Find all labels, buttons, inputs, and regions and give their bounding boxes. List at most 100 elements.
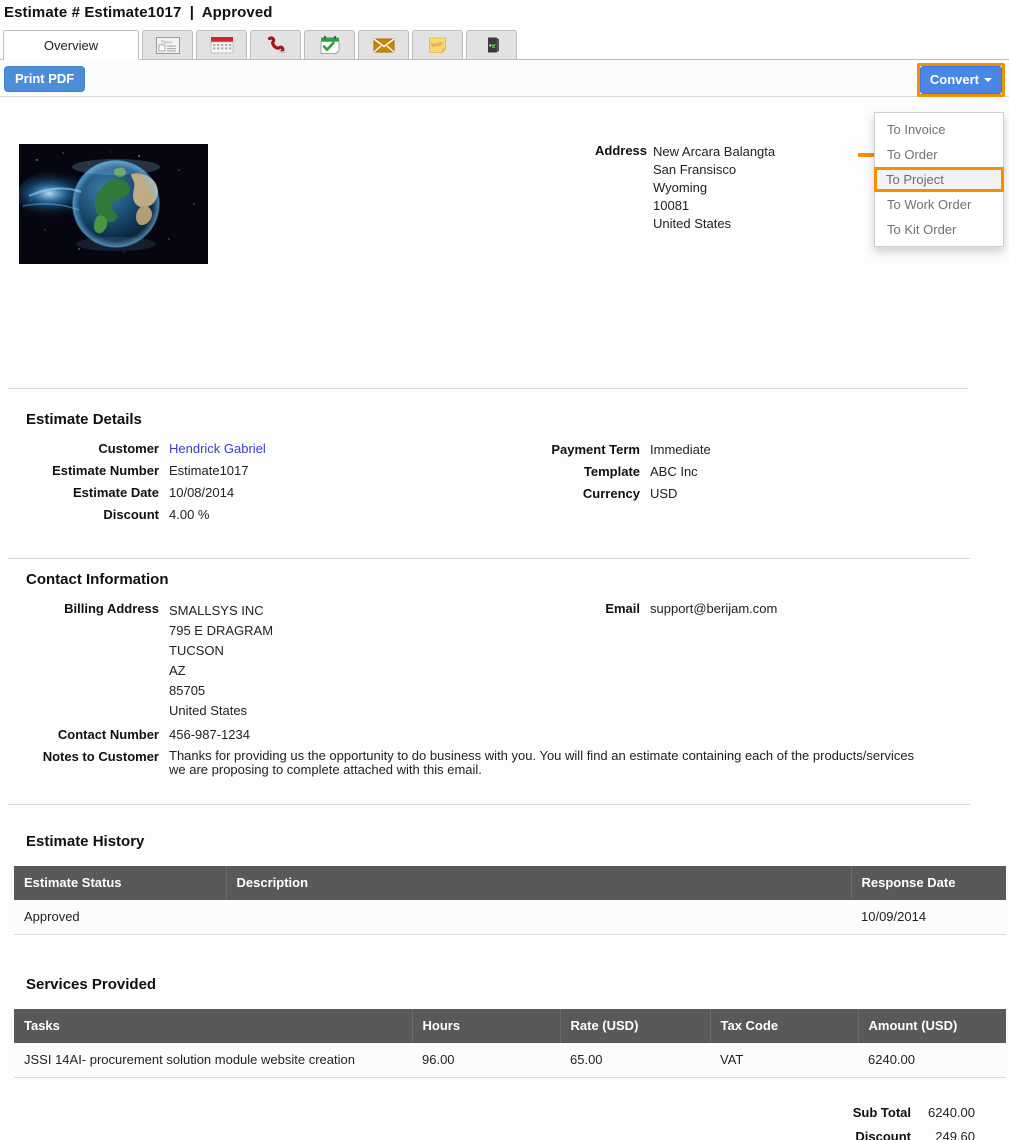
estimate-history-table: Estimate Status Description Response Dat… bbox=[14, 866, 1006, 935]
services-provided-heading: Services Provided bbox=[26, 976, 156, 993]
tab-calls[interactable] bbox=[250, 30, 301, 59]
task-checkmark-icon bbox=[317, 35, 343, 55]
address-line: San Fransisco bbox=[653, 161, 775, 179]
contact-information-right: Email support@berijam.com bbox=[500, 601, 900, 623]
table-header-row: Tasks Hours Rate (USD) Tax Code Amount (… bbox=[14, 1009, 1006, 1043]
estimate-date-label: Estimate Date bbox=[26, 485, 169, 501]
cell-task: JSSI 14AI- procurement solution module w… bbox=[14, 1043, 412, 1078]
address-line: 10081 bbox=[653, 197, 775, 215]
tab-calendar[interactable] bbox=[196, 30, 247, 59]
section-divider bbox=[8, 804, 970, 805]
tab-notes[interactable]: Note bbox=[412, 30, 463, 59]
menu-item-to-order[interactable]: To Order bbox=[875, 142, 1003, 167]
estimate-history-heading: Estimate History bbox=[26, 833, 144, 850]
menu-item-to-work-order[interactable]: To Work Order bbox=[875, 192, 1003, 217]
col-estimate-status: Estimate Status bbox=[14, 866, 226, 900]
estimate-details-heading: Estimate Details bbox=[26, 411, 142, 428]
col-tax-code: Tax Code bbox=[710, 1009, 858, 1043]
convert-button-label: Convert bbox=[930, 73, 979, 86]
currency-value: USD bbox=[650, 486, 677, 502]
totals-row-sub-total: Sub Total 6240.00 bbox=[733, 1105, 1009, 1120]
detail-row-estimate-date: Estimate Date 10/08/2014 bbox=[26, 485, 446, 501]
estimate-details-left: Customer Hendrick Gabriel Estimate Numbe… bbox=[26, 441, 446, 529]
detail-row-payment-term: Payment Term Immediate bbox=[500, 442, 900, 458]
customer-link[interactable]: Hendrick Gabriel bbox=[169, 441, 266, 456]
menu-item-to-invoice[interactable]: To Invoice bbox=[875, 117, 1003, 142]
company-address: Address New Arcara Balangta San Fransisc… bbox=[595, 143, 775, 233]
cell-tax-code: VAT bbox=[710, 1043, 858, 1078]
address-line: New Arcara Balangta bbox=[653, 143, 775, 161]
door-exit-icon bbox=[479, 35, 505, 55]
convert-button[interactable]: Convert bbox=[920, 66, 1002, 94]
notes-to-customer-label: Notes to Customer bbox=[26, 749, 169, 777]
page-title-separator: | bbox=[186, 4, 198, 21]
caret-down-icon bbox=[984, 78, 992, 82]
customer-label: Customer bbox=[26, 441, 169, 457]
tab-overview[interactable]: Overview bbox=[3, 30, 139, 60]
tab-bar: Overview News bbox=[0, 30, 1009, 60]
contact-number-label: Contact Number bbox=[26, 727, 169, 743]
billing-address-line: AZ bbox=[169, 661, 273, 681]
discount-value: 4.00 % bbox=[169, 507, 209, 523]
cell-response-date: 10/09/2014 bbox=[851, 900, 1006, 935]
address-lines: New Arcara Balangta San Fransisco Wyomin… bbox=[653, 143, 775, 233]
menu-item-to-kit-order[interactable]: To Kit Order bbox=[875, 217, 1003, 242]
billing-address-line: 795 E DRAGRAM bbox=[169, 621, 273, 641]
totals-discount-label: Discount bbox=[733, 1129, 923, 1140]
estimate-date-value: 10/08/2014 bbox=[169, 485, 234, 501]
address-line: United States bbox=[653, 215, 775, 233]
totals-panel: Sub Total 6240.00 Discount 249.60 Tax 29… bbox=[733, 1105, 1009, 1140]
estimate-details-right: Payment Term Immediate Template ABC Inc … bbox=[500, 442, 900, 508]
col-hours: Hours bbox=[412, 1009, 560, 1043]
address-line: Wyoming bbox=[653, 179, 775, 197]
cell-description bbox=[226, 900, 851, 935]
print-pdf-button[interactable]: Print PDF bbox=[4, 66, 85, 92]
section-divider bbox=[8, 558, 970, 559]
billing-address-value: SMALLSYS INC 795 E DRAGRAM TUCSON AZ 857… bbox=[169, 601, 273, 721]
cell-hours: 96.00 bbox=[412, 1043, 560, 1078]
earth-globe-space-icon bbox=[19, 144, 208, 264]
col-tasks: Tasks bbox=[14, 1009, 412, 1043]
email-label: Email bbox=[500, 601, 650, 617]
email-value: support@berijam.com bbox=[650, 601, 777, 617]
menu-item-to-project[interactable]: To Project bbox=[874, 167, 1004, 192]
services-provided-table: Tasks Hours Rate (USD) Tax Code Amount (… bbox=[14, 1009, 1006, 1078]
page-title: Estimate # Estimate1017 | Approved bbox=[0, 0, 1009, 21]
convert-dropdown-menu: To Invoice To Order To Project To Work O… bbox=[874, 112, 1004, 247]
tab-email[interactable] bbox=[358, 30, 409, 59]
estimate-number-value: Estimate1017 bbox=[169, 463, 249, 479]
page-title-estimate-id: Estimate1017 bbox=[84, 4, 181, 21]
totals-discount-value: 249.60 bbox=[923, 1129, 975, 1140]
contact-number-row: Contact Number 456-987-1234 bbox=[26, 727, 486, 743]
col-amount: Amount (USD) bbox=[858, 1009, 1006, 1043]
template-label: Template bbox=[500, 464, 650, 480]
col-response-date: Response Date bbox=[851, 866, 1006, 900]
section-divider bbox=[8, 388, 968, 389]
calendar-icon bbox=[209, 35, 235, 55]
phone-icon bbox=[263, 35, 289, 55]
totals-row-discount: Discount 249.60 bbox=[733, 1129, 1009, 1140]
detail-row-currency: Currency USD bbox=[500, 486, 900, 502]
company-logo bbox=[19, 144, 208, 264]
table-header-row: Estimate Status Description Response Dat… bbox=[14, 866, 1006, 900]
detail-row-template: Template ABC Inc bbox=[500, 464, 900, 480]
payment-term-value: Immediate bbox=[650, 442, 711, 458]
convert-button-highlight: Convert bbox=[917, 63, 1005, 97]
cell-rate: 65.00 bbox=[560, 1043, 710, 1078]
tab-exit[interactable] bbox=[466, 30, 517, 59]
table-row: JSSI 14AI- procurement solution module w… bbox=[14, 1043, 1006, 1078]
col-description: Description bbox=[226, 866, 851, 900]
notes-to-customer-value: Thanks for providing us the opportunity … bbox=[169, 749, 924, 777]
email-row: Email support@berijam.com bbox=[500, 601, 900, 617]
billing-address-row: Billing Address SMALLSYS INC 795 E DRAGR… bbox=[26, 601, 486, 721]
tab-news[interactable]: News bbox=[142, 30, 193, 59]
contact-number-value: 456-987-1234 bbox=[169, 727, 250, 743]
table-row: Approved 10/09/2014 bbox=[14, 900, 1006, 935]
note-icon: Note bbox=[425, 35, 451, 55]
billing-address-line: 85705 bbox=[169, 681, 273, 701]
page-title-prefix: Estimate # bbox=[4, 4, 80, 21]
news-icon: News bbox=[155, 35, 181, 55]
cell-amount: 6240.00 bbox=[858, 1043, 1006, 1078]
estimate-number-label: Estimate Number bbox=[26, 463, 169, 479]
tab-tasks[interactable] bbox=[304, 30, 355, 59]
